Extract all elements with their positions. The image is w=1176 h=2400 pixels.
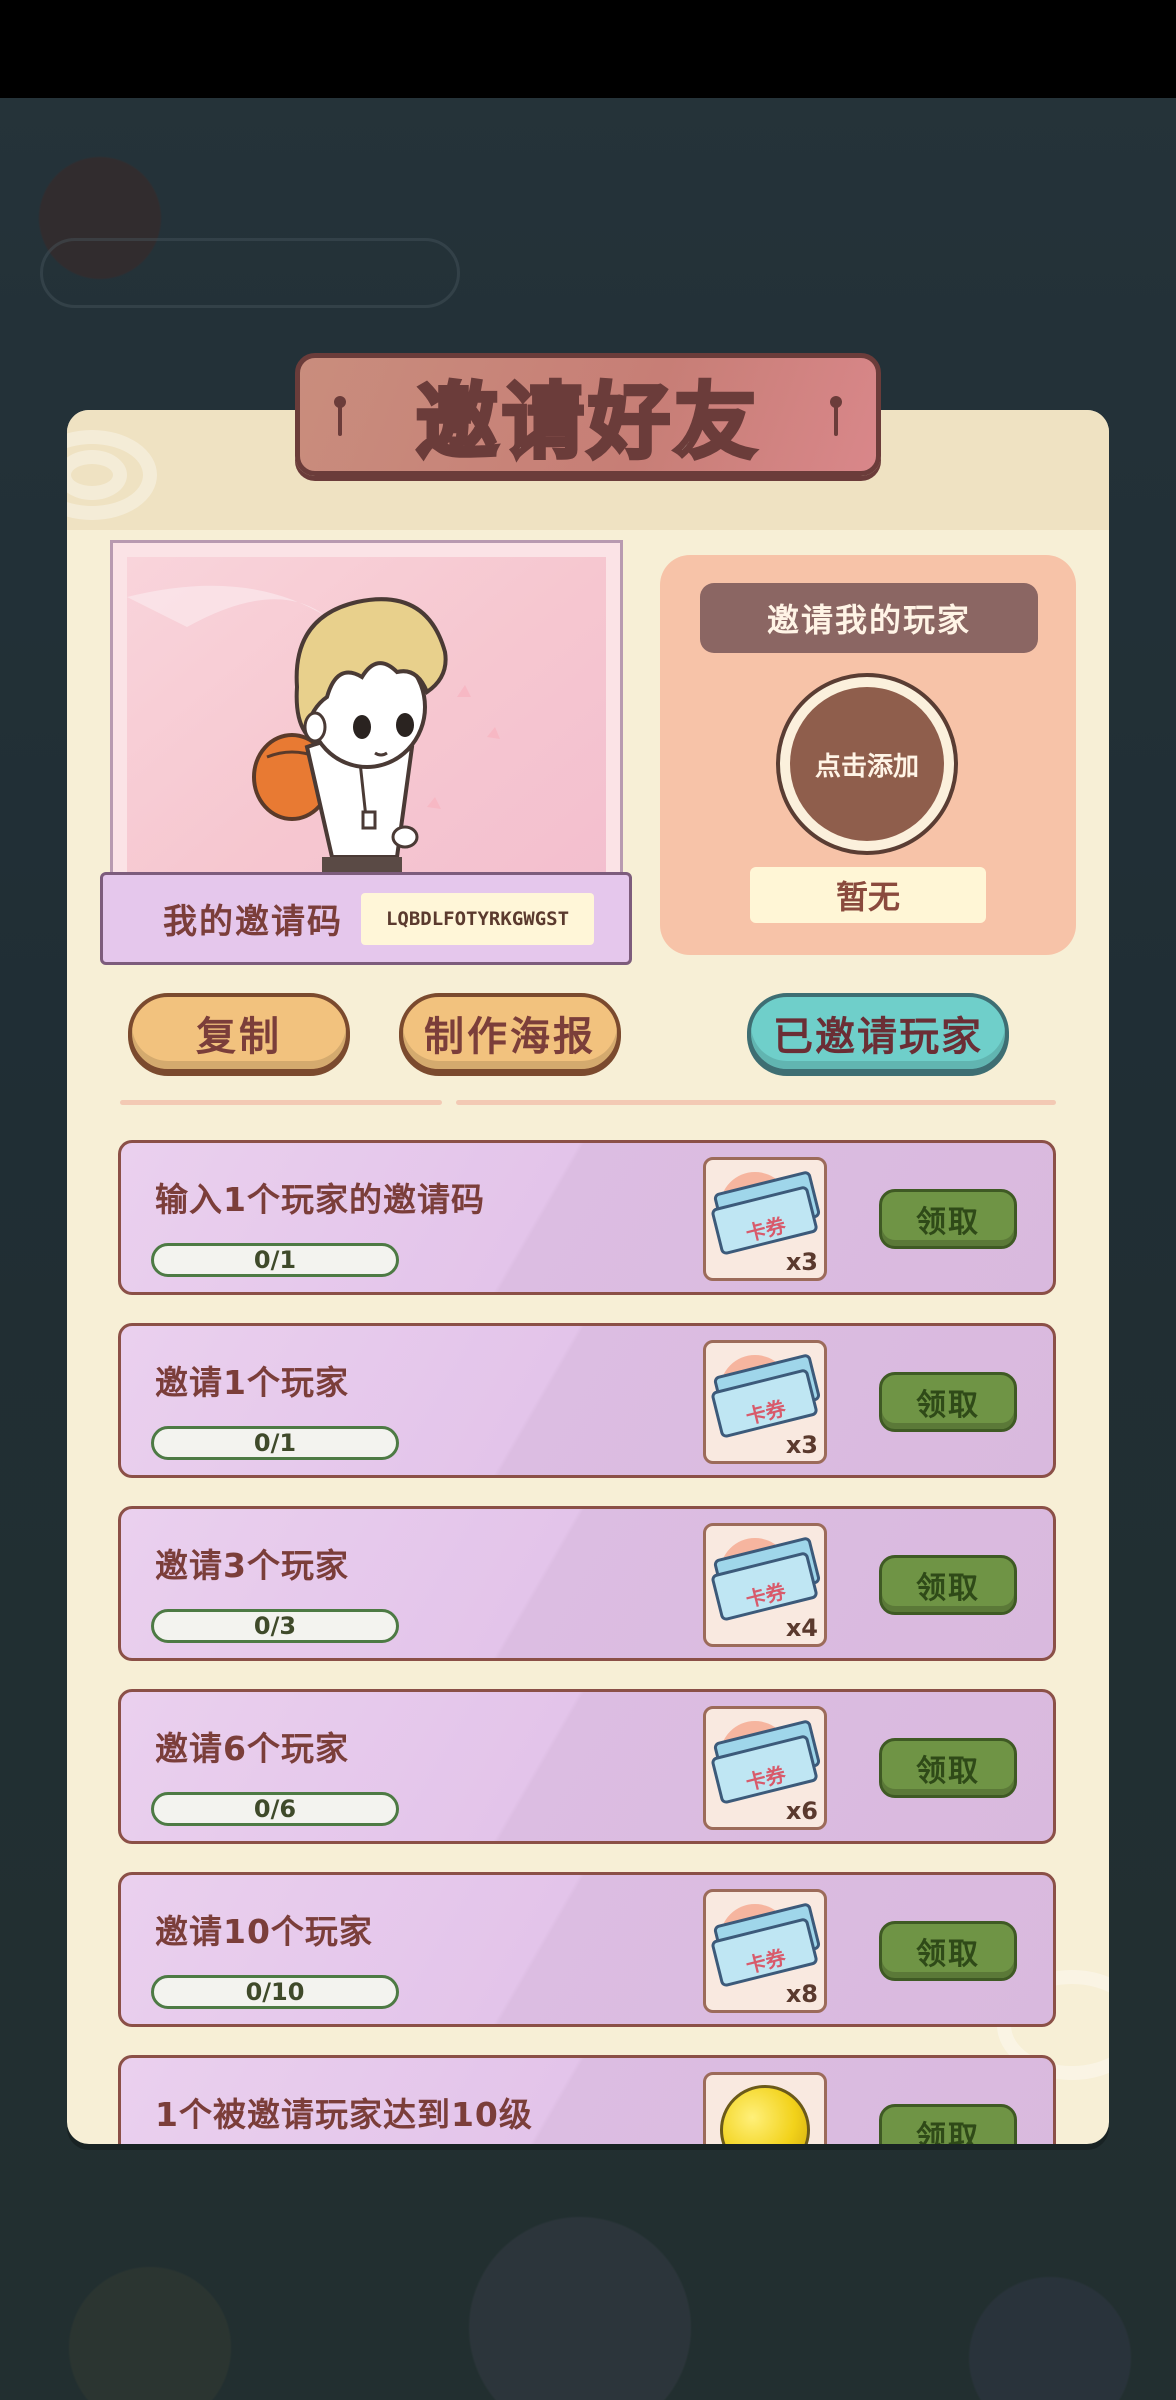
ticket-label: 卡券 xyxy=(743,1578,789,1612)
ticket-icon: 卡券 xyxy=(709,1536,823,1623)
add-inviter-button[interactable]: 点击添加 xyxy=(776,673,958,855)
status-bar xyxy=(0,0,1176,98)
task-progress: 0/1 xyxy=(151,1243,399,1277)
avatar xyxy=(127,557,606,877)
claim-button[interactable]: 领取 xyxy=(879,1555,1017,1615)
task-row: 邀请3个玩家 0/3 卡券 x4 领取 xyxy=(118,1506,1056,1661)
task-title: 邀请3个玩家 xyxy=(155,1546,349,1585)
gold-coin-icon xyxy=(720,2085,810,2144)
character-avatar-icon xyxy=(127,585,500,877)
inviter-status: 暂无 xyxy=(750,867,986,923)
claim-button[interactable]: 领取 xyxy=(879,2104,1017,2144)
claim-button[interactable]: 领取 xyxy=(879,1921,1017,1981)
invite-code-value[interactable]: LQBDLFOTYRKGWGST xyxy=(361,892,594,945)
task-title: 邀请10个玩家 xyxy=(155,1912,373,1951)
reward-item: 卡券 x3 xyxy=(703,1157,827,1281)
ticket-label: 卡券 xyxy=(743,1944,789,1978)
page-title: 邀请好友 xyxy=(414,373,760,472)
claim-button[interactable]: 领取 xyxy=(879,1372,1017,1432)
make-poster-button[interactable]: 制作海报 xyxy=(399,993,621,1073)
copy-button[interactable]: 复制 xyxy=(128,993,350,1073)
reward-count: x6 xyxy=(785,1797,818,1825)
inviter-card: 邀请我的玩家 点击添加 暂无 xyxy=(660,555,1076,955)
claim-button[interactable]: 领取 xyxy=(879,1738,1017,1798)
reward-item: 卡券 x8 xyxy=(703,1889,827,2013)
task-row: 输入1个玩家的邀请码 0/1 卡券 x3 领取 xyxy=(118,1140,1056,1295)
ticket-icon: 卡券 xyxy=(709,1719,823,1806)
claim-button[interactable]: 领取 xyxy=(879,1189,1017,1249)
task-row: 邀请10个玩家 0/10 卡券 x8 领取 xyxy=(118,1872,1056,2027)
ticket-icon: 卡券 xyxy=(709,1170,823,1257)
add-inviter-label: 点击添加 xyxy=(790,687,944,841)
pin-icon xyxy=(830,396,842,442)
ticket-label: 卡券 xyxy=(743,1395,789,1429)
task-row: 邀请1个玩家 0/1 卡券 x3 领取 xyxy=(118,1323,1056,1478)
task-title: 邀请6个玩家 xyxy=(155,1729,349,1768)
divider xyxy=(456,1100,1056,1105)
reward-item: 卡券 x6 xyxy=(703,1706,827,1830)
reward-count: x8 xyxy=(785,1980,818,2008)
reward-count: x4 xyxy=(785,1614,818,1642)
reward-count: x3 xyxy=(785,1431,818,1459)
task-title: 邀请1个玩家 xyxy=(155,1363,349,1402)
task-progress: 0/1 xyxy=(151,1426,399,1460)
divider xyxy=(120,1100,442,1105)
task-progress: 0/3 xyxy=(151,1609,399,1643)
reward-item: 卡券 x3 xyxy=(703,1340,827,1464)
ticket-label: 卡券 xyxy=(743,1212,789,1246)
task-progress: 0/10 xyxy=(151,1975,399,2009)
ticket-label: 卡券 xyxy=(743,1761,789,1795)
task-row: 邀请6个玩家 0/6 卡券 x6 领取 xyxy=(118,1689,1056,1844)
invite-code-bar: 我的邀请码 LQBDLFOTYRKGWGST xyxy=(100,872,632,965)
invite-code-label: 我的邀请码 xyxy=(163,902,343,942)
pin-icon xyxy=(334,396,346,442)
ticket-icon: 卡券 xyxy=(709,1353,823,1440)
invited-players-button[interactable]: 已邀请玩家 xyxy=(747,993,1009,1073)
inviter-title: 邀请我的玩家 xyxy=(700,583,1038,653)
avatar-card xyxy=(110,540,623,880)
title-banner: 邀请好友 xyxy=(295,353,881,476)
reward-count: x3 xyxy=(785,1248,818,1276)
reward-item: 卡券 x4 xyxy=(703,1523,827,1647)
ticket-icon: 卡券 xyxy=(709,1902,823,1989)
reward-item xyxy=(703,2072,827,2144)
task-progress: 0/6 xyxy=(151,1792,399,1826)
task-list: 输入1个玩家的邀请码 0/1 卡券 x3 领取 邀请1个玩家 0/1 卡券 x3… xyxy=(118,1140,1056,2144)
task-title: 1个被邀请玩家达到10级 xyxy=(155,2095,533,2134)
task-title: 输入1个玩家的邀请码 xyxy=(155,1180,485,1219)
task-row: 1个被邀请玩家达到10级 领取 xyxy=(118,2055,1056,2144)
